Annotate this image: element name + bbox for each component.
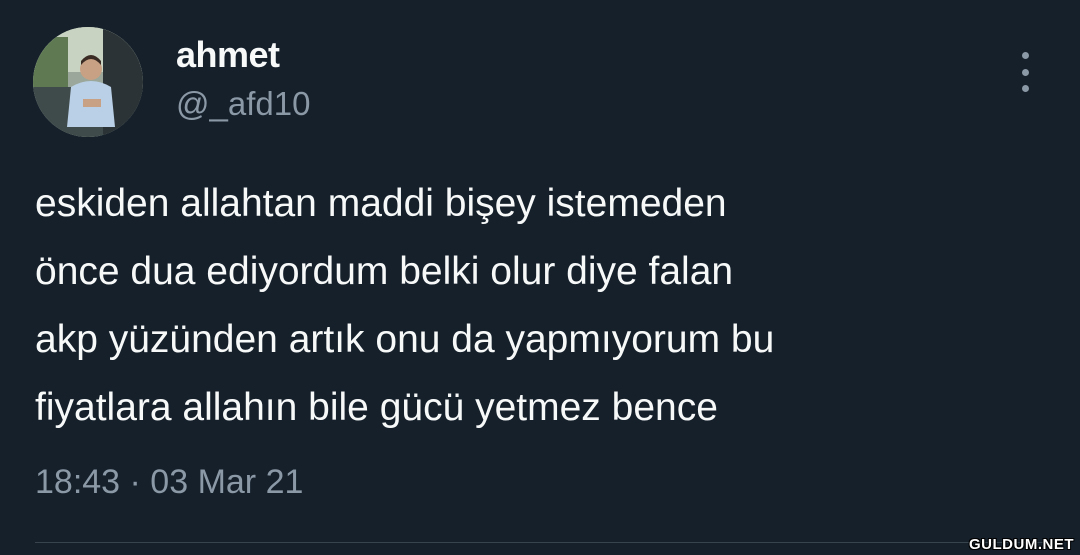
tweet-timestamp[interactable]: 18:43 · 03 Mar 21: [35, 463, 303, 502]
display-name[interactable]: ahmet: [176, 34, 280, 76]
profile-photo-icon: [33, 27, 143, 137]
tweet-text-line: önce dua ediyordum belki olur diye falan: [35, 250, 734, 293]
tweet-text: eskiden allahtan maddi bişey istemeden ö…: [35, 170, 1035, 442]
dot: [1021, 85, 1029, 92]
divider: [35, 542, 1045, 543]
tweet-text-line: fiyatlara allahın bile gücü yetmez bence: [35, 386, 718, 429]
user-handle[interactable]: @_afd10: [176, 85, 310, 123]
avatar[interactable]: [33, 27, 143, 137]
dot: [1021, 52, 1029, 59]
tweet-text-line: akp yüzünden artık onu da yapmıyorum bu: [35, 318, 775, 361]
watermark: GULDUM.NET: [969, 536, 1074, 553]
tweet-text-line: eskiden allahtan maddi bişey istemeden: [35, 182, 727, 225]
more-options-icon[interactable]: [1010, 52, 1040, 92]
dot: [1021, 68, 1029, 76]
tweet-card: ahmet @_afd10 eskiden allahtan maddi biş…: [0, 0, 1080, 555]
